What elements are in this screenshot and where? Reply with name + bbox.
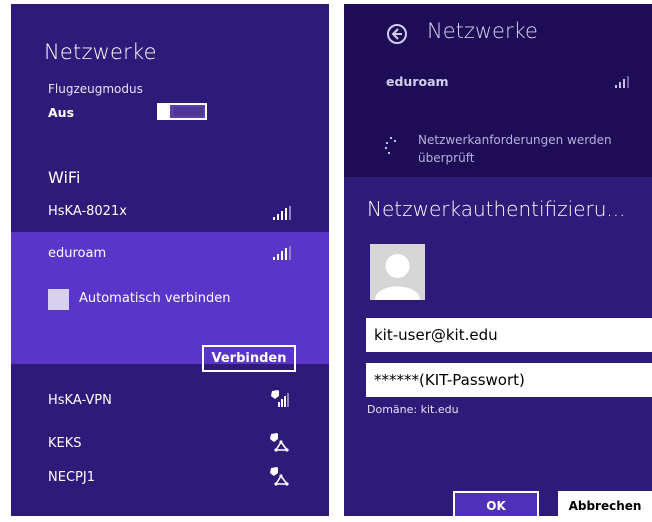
network-name: NECPJ1: [48, 470, 95, 485]
network-item-hska-8021x[interactable]: HsKA-8021x: [11, 200, 329, 232]
back-arrow-icon[interactable]: [387, 24, 407, 44]
username-field[interactable]: kit-user@kit.edu: [366, 318, 652, 352]
signal-icon: [615, 74, 635, 88]
airplane-mode-label: Flugzeugmodus: [48, 82, 143, 96]
ok-button[interactable]: OK: [453, 491, 539, 516]
network-name: HsKA-8021x: [48, 204, 127, 219]
network-name: eduroam: [48, 246, 107, 261]
secured-network-icon: [270, 467, 289, 486]
domain-text: Domäne: kit.edu: [367, 403, 459, 416]
connect-button[interactable]: Verbinden: [202, 345, 296, 372]
network-auth-panel: Netzwerke eduroam Netzwerkanforderungen …: [344, 4, 652, 516]
panel-title: Netzwerke: [427, 19, 538, 43]
signal-icon: [273, 246, 293, 260]
auth-title: Netzwerkauthentifizieru...: [367, 197, 626, 221]
network-name: HsKA-VPN: [48, 393, 112, 408]
connecting-network-name: eduroam: [386, 74, 449, 89]
network-item-necpj1[interactable]: NECPJ1: [11, 466, 329, 496]
cancel-button[interactable]: Abbrechen: [558, 491, 652, 516]
network-item-hska-vpn[interactable]: HsKA-VPN: [11, 389, 329, 419]
progress-spinner-icon: [385, 137, 399, 155]
toggle-thumb: [159, 103, 170, 120]
auto-connect-checkbox[interactable]: [48, 289, 69, 310]
airplane-mode-toggle[interactable]: [157, 103, 207, 120]
password-field[interactable]: ******(KIT-Passwort): [366, 363, 652, 397]
user-avatar-icon: [370, 244, 425, 300]
toggle-track: [174, 107, 203, 116]
network-item-keks[interactable]: KEKS: [11, 432, 329, 462]
status-text: Netzwerkanforderungen werden überprüft: [418, 133, 612, 165]
auto-connect-label: Automatisch verbinden: [79, 291, 231, 306]
networks-panel: Netzwerke Flugzeugmodus Aus WiFi HsKA-80…: [11, 4, 329, 516]
airplane-mode-value: Aus: [48, 105, 75, 120]
signal-icon: [273, 206, 293, 220]
panel-title: Netzwerke: [44, 40, 157, 64]
secured-signal-icon: [271, 390, 289, 407]
wifi-section-header: WiFi: [48, 168, 81, 187]
network-name: KEKS: [48, 436, 82, 451]
secured-network-icon: [270, 433, 289, 452]
